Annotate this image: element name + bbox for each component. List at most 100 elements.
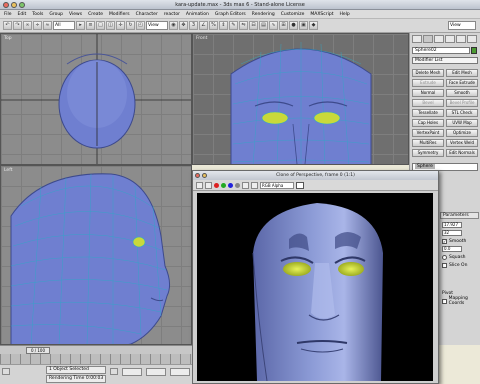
- render-scene-icon[interactable]: ▣: [299, 21, 308, 30]
- blue-channel-icon[interactable]: [228, 182, 233, 188]
- time-slider[interactable]: 0 / 100: [0, 345, 192, 354]
- modifier-button[interactable]: Bevel Profile: [446, 99, 478, 107]
- monochrome-icon[interactable]: [242, 181, 249, 189]
- radius-spinner[interactable]: 17.927: [442, 222, 462, 228]
- menu-modifiers[interactable]: Modifiers: [109, 12, 130, 17]
- clear-icon[interactable]: [251, 181, 258, 189]
- snap-icon[interactable]: 3: [189, 21, 198, 30]
- mirror-icon[interactable]: ⇋: [239, 21, 248, 30]
- close-icon[interactable]: [195, 173, 200, 178]
- modifier-button[interactable]: Vertex Weld: [446, 139, 478, 147]
- alpha-channel-icon[interactable]: [235, 182, 240, 188]
- window-crossing-icon[interactable]: ◫: [106, 21, 115, 30]
- menu-file[interactable]: File: [4, 12, 12, 17]
- maxscript-listener-icon[interactable]: [2, 368, 10, 375]
- modifier-button[interactable]: Cap Holes: [412, 119, 444, 127]
- segments-spinner[interactable]: 32: [442, 230, 462, 236]
- modifier-button[interactable]: Edit Mesh: [446, 69, 478, 77]
- angle-snap-icon[interactable]: ∠: [199, 21, 208, 30]
- quick-render-icon[interactable]: ◆: [309, 21, 318, 30]
- modifier-button[interactable]: Delete Mesh: [412, 69, 444, 77]
- modifier-button[interactable]: Tessellate: [412, 109, 444, 117]
- menu-reactor[interactable]: reactor: [164, 12, 180, 17]
- color-swatch[interactable]: [296, 181, 304, 189]
- unlink-icon[interactable]: ÷: [33, 21, 42, 30]
- menu-rendering[interactable]: Rendering: [252, 12, 275, 17]
- menu-graph-editors[interactable]: Graph Editors: [215, 12, 246, 17]
- modifier-button[interactable]: Smooth: [446, 89, 478, 97]
- utilities-tab-icon[interactable]: [467, 35, 477, 43]
- mapping-checkbox[interactable]: [442, 298, 447, 304]
- link-icon[interactable]: ∞: [23, 21, 32, 30]
- percent-snap-icon[interactable]: %: [209, 21, 218, 30]
- spinner-snap-icon[interactable]: ⇕: [219, 21, 228, 30]
- bind-space-warp-icon[interactable]: ≈: [43, 21, 52, 30]
- menu-maxscript[interactable]: MAXScript: [310, 12, 333, 17]
- lock-icon[interactable]: [110, 368, 118, 375]
- viewport-label[interactable]: Front: [196, 36, 207, 41]
- clone-icon[interactable]: [205, 181, 212, 189]
- rotate-icon[interactable]: ↻: [126, 21, 135, 30]
- menu-create[interactable]: Create: [88, 12, 103, 17]
- modifier-button[interactable]: Normal: [412, 89, 444, 97]
- rollout-header[interactable]: Parameters: [440, 212, 479, 219]
- pivot-icon[interactable]: ◉: [169, 21, 178, 30]
- y-coord-field[interactable]: [146, 368, 166, 376]
- modifier-stack-item[interactable]: Sphere: [415, 164, 435, 169]
- modifier-list-select[interactable]: Modifier List: [412, 57, 478, 64]
- display-tab-icon[interactable]: [456, 35, 466, 43]
- redo-icon[interactable]: ↷: [13, 21, 22, 30]
- track-bar[interactable]: [0, 354, 192, 364]
- menu-animation[interactable]: Animation: [186, 12, 209, 17]
- object-color-swatch[interactable]: [471, 47, 477, 54]
- modifier-button[interactable]: Edit Normals: [446, 149, 478, 157]
- render-window-titlebar[interactable]: Clone of Perspective, frame 0 (1:1): [193, 171, 438, 180]
- material-editor-icon[interactable]: ●: [289, 21, 298, 30]
- scale-icon[interactable]: ◰: [136, 21, 145, 30]
- named-selection-icon[interactable]: ✎: [229, 21, 238, 30]
- z-coord-field[interactable]: [170, 368, 190, 376]
- modifier-button[interactable]: Extrude: [412, 79, 444, 87]
- viewport-label[interactable]: Top: [4, 36, 12, 41]
- minimize-icon[interactable]: [202, 173, 207, 178]
- hierarchy-tab-icon[interactable]: [434, 35, 444, 43]
- layer-manager-icon[interactable]: ▤: [259, 21, 268, 30]
- hemisphere-spinner[interactable]: 0.0: [442, 246, 462, 252]
- viewport-top[interactable]: Top: [0, 33, 192, 165]
- menu-group[interactable]: Group: [49, 12, 63, 17]
- modifier-button[interactable]: UVW Map: [446, 119, 478, 127]
- modifier-button[interactable]: Optimize: [446, 129, 478, 137]
- viewport-left[interactable]: Left: [0, 165, 192, 345]
- move-icon[interactable]: ✛: [116, 21, 125, 30]
- selection-filter-select[interactable]: All: [53, 21, 75, 30]
- menu-tools[interactable]: Tools: [32, 12, 43, 17]
- object-name-field[interactable]: Sphere02: [412, 47, 477, 54]
- schematic-view-icon[interactable]: ⊞: [279, 21, 288, 30]
- slice-checkbox[interactable]: [442, 262, 447, 268]
- green-channel-icon[interactable]: [221, 182, 226, 188]
- viewport-front[interactable]: Front: [192, 33, 409, 165]
- modifier-button[interactable]: Face Extrude: [446, 79, 478, 87]
- save-icon[interactable]: [196, 181, 203, 189]
- modifier-button[interactable]: Symmetry: [412, 149, 444, 157]
- reference-coord-select[interactable]: View: [146, 21, 168, 30]
- create-tab-icon[interactable]: [412, 35, 422, 43]
- menu-edit[interactable]: Edit: [18, 12, 27, 17]
- align-icon[interactable]: ⊟: [249, 21, 258, 30]
- undo-icon[interactable]: ↶: [3, 21, 12, 30]
- channel-select[interactable]: RGB Alpha: [260, 181, 294, 189]
- viewport-label[interactable]: Left: [4, 168, 12, 173]
- time-slider-thumb[interactable]: 0 / 100: [26, 347, 50, 354]
- modify-tab-icon[interactable]: [423, 35, 433, 43]
- modifier-button[interactable]: VertexPaint: [412, 129, 444, 137]
- menu-customize[interactable]: Customize: [281, 12, 305, 17]
- modifier-button[interactable]: MultiRes: [412, 139, 444, 147]
- render-frame-window[interactable]: Clone of Perspective, frame 0 (1:1) RGB …: [192, 170, 439, 384]
- menu-help[interactable]: Help: [340, 12, 350, 17]
- motion-tab-icon[interactable]: [445, 35, 455, 43]
- smooth-checkbox[interactable]: ✓: [442, 238, 447, 244]
- select-manipulate-icon[interactable]: ✥: [179, 21, 188, 30]
- rect-region-icon[interactable]: □: [96, 21, 105, 30]
- select-by-name-icon[interactable]: ≡: [86, 21, 95, 30]
- menu-character[interactable]: Character: [136, 12, 158, 17]
